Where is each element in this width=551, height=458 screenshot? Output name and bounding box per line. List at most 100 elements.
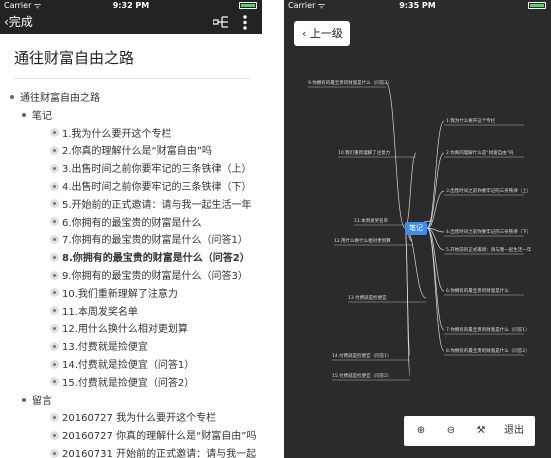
connector-line: [426, 120, 445, 229]
mindmap-node[interactable]: 3.出售时间之前你要牢记的三条铁律（上）: [446, 188, 531, 194]
note-blurb: [286, 254, 342, 312]
tool-icon[interactable]: ⚒: [472, 423, 490, 439]
mindmap-node[interactable]: 1.我为什么要开这个专栏: [446, 118, 495, 124]
bullet-icon: [22, 397, 26, 402]
done-button[interactable]: ‹完成: [4, 11, 33, 34]
connector-line: [426, 152, 445, 229]
mindmap-node[interactable]: 5.开始前的正式邀请：请与我一起生活一年: [446, 247, 531, 253]
mindmap-node[interactable]: 4.出售时间之前你要牢记的三条铁律（下）: [446, 229, 531, 235]
collapse-dot-icon: [50, 128, 59, 138]
outline-item[interactable]: 8.你拥有的最宝贵的财富是什么（问答2）: [50, 250, 250, 268]
note-blurb: [286, 156, 334, 196]
outline-item[interactable]: 20160727 我为什么要开这个专栏: [50, 410, 216, 428]
outline-item-label: 15.付费就是捡便宜（问答2）: [62, 377, 195, 389]
mindmap-node[interactable]: 10.我们重新理解了注意力: [338, 150, 390, 156]
outline-item-label: 20160727 我为什么要开这个专栏: [62, 413, 217, 425]
outline-item-label: 4.出售时间之前你要牢记的三条铁律（下）: [62, 182, 252, 193]
mindmap-node[interactable]: 6.你拥有的最宝贵的财富是什么: [446, 288, 509, 294]
collapse-dot-icon: [50, 377, 59, 387]
collapse-dot-icon: [50, 270, 59, 280]
clock: 9:32 PM: [112, 1, 150, 10]
outline-item-label: 13.付费就是捡便宜: [62, 342, 148, 354]
connector-line: [426, 190, 445, 229]
battery-icon: [239, 2, 257, 9]
mindmap-node[interactable]: 2.你真的理解什么是“财富自由”吗: [446, 150, 513, 156]
status-bar: Carrier ᯤ 9:32 PM: [0, 0, 262, 11]
outline-item-label: 5.开始前的正式邀请：请与我一起生活一年: [62, 199, 252, 211]
outline-item[interactable]: 1.我为什么要开这个专栏: [50, 126, 172, 144]
mindmap-node[interactable]: 15.付费就是捡便宜（问答2）: [332, 373, 392, 379]
outline-item[interactable]: 20160727 你真的理解什么是“财富自由”吗: [50, 428, 256, 446]
outline-item-label: 3.出售时间之前你要牢记的三条铁律（上）: [62, 164, 252, 176]
outline-item[interactable]: 14.付费就是捡便宜（问答1）: [50, 357, 194, 375]
outline-item-label: 11.本周发奖名单: [62, 306, 138, 318]
outline-item-label: 14.付费就是捡便宜（问答1）: [62, 360, 195, 371]
mindmap-node[interactable]: 14.付费就是捡便宜（问答1）: [332, 353, 392, 359]
outline-item[interactable]: 7.你拥有的最宝贵的财富是什么（问答1）: [50, 232, 248, 250]
bullet-icon: [22, 112, 26, 117]
outline-item[interactable]: 13.付费就是捡便宜: [50, 339, 148, 357]
more-icon[interactable]: [242, 14, 248, 31]
connector-line: [426, 227, 445, 352]
collapse-dot-icon: [50, 412, 59, 422]
mindmap-node[interactable]: 9.你拥有的最宝贵的财富是什么（问答3）: [308, 80, 392, 86]
mindmap-node[interactable]: 8.你拥有的最宝贵的财富是什么（问答2）: [446, 348, 530, 354]
outline-item[interactable]: 9.你拥有的最宝贵的财富是什么（问答3）: [50, 268, 248, 286]
collapse-dot-icon: [50, 234, 59, 244]
outline-item[interactable]: 2.你真的理解什么是“财富自由”吗: [50, 143, 212, 161]
divider: [14, 78, 250, 79]
mindmap-node[interactable]: 12.用什么换什么相对更划算: [334, 238, 391, 244]
zoom-in-icon[interactable]: ⊕: [412, 423, 430, 439]
outline-item[interactable]: 4.出售时间之前你要牢记的三条铁律（下）: [50, 179, 252, 197]
up-level-button[interactable]: ‹ 上一级: [294, 21, 350, 46]
collapse-dot-icon: [50, 448, 59, 458]
mindmap-toolbar: ⊕ ⊖ ⚒ 退出: [404, 416, 535, 446]
outline-item[interactable]: 笔记: [22, 108, 52, 126]
zoom-out-icon[interactable]: ⊖: [442, 423, 460, 439]
mindmap-node[interactable]: 7.你拥有的最宝贵的财富是什么（问答1）: [446, 327, 530, 333]
outline-item[interactable]: 3.出售时间之前你要牢记的三条铁律（上）: [50, 161, 252, 179]
outline-item[interactable]: 10.我们重新理解了注意力: [50, 286, 178, 304]
collapse-dot-icon: [50, 341, 59, 351]
outline-item-label: 10.我们重新理解了注意力: [62, 288, 178, 300]
outline-item[interactable]: 留言: [22, 393, 52, 411]
outline-item[interactable]: 20160731 开始前的正式邀请：请与我一起: [50, 446, 256, 458]
note-blurb: [510, 266, 550, 312]
collapse-dot-icon: [50, 145, 59, 155]
outline-item-label: 留言: [32, 395, 52, 407]
exit-button[interactable]: 退出: [500, 423, 528, 439]
connector-line: [404, 227, 427, 299]
collapse-dot-icon: [50, 252, 59, 262]
outline-item-label: 2.你真的理解什么是“财富自由”吗: [62, 146, 212, 158]
mindmap-center-node[interactable]: 笔记: [405, 222, 427, 235]
outline-item-label: 笔记: [32, 110, 52, 122]
collapse-dot-icon: [50, 430, 59, 440]
outline-item[interactable]: 通往财富自由之路: [10, 90, 100, 108]
collapse-dot-icon: [50, 217, 59, 227]
collapse-dot-icon: [50, 163, 59, 173]
connector-line: [404, 152, 417, 229]
collapse-dot-icon: [50, 181, 59, 191]
note-blurb: [286, 100, 336, 148]
outline-item-label: 6.你拥有的最宝贵的财富是什么: [62, 217, 202, 229]
outline-item-label: 通往财富自由之路: [20, 93, 100, 104]
collapse-dot-icon: [50, 306, 59, 316]
outline-item[interactable]: 5.开始前的正式邀请：请与我一起生活一年: [50, 197, 252, 215]
note-blurb: [286, 318, 326, 348]
mindmap-node[interactable]: 11.本周发奖名单: [354, 218, 388, 224]
outline-item[interactable]: 11.本周发奖名单: [50, 304, 138, 322]
collapse-dot-icon: [50, 199, 59, 209]
outline-item-label: 7.你拥有的最宝贵的财富是什么（问答1）: [62, 235, 248, 247]
outline-item-label: 12.用什么换什么相对更划算: [62, 324, 188, 336]
mindmap-node[interactable]: 13.付费就是捡便宜: [348, 295, 387, 301]
page-title: 通往财富自由之路: [14, 49, 135, 67]
outline-item[interactable]: 15.付费就是捡便宜（问答2）: [50, 375, 194, 393]
collapse-dot-icon: [50, 359, 59, 369]
outline-item[interactable]: 6.你拥有的最宝贵的财富是什么: [50, 215, 202, 233]
outline-item[interactable]: 12.用什么换什么相对更划算: [50, 321, 188, 339]
right-screen: Carrier ᯤ 9:35 PM 9.你拥有的最宝贵的财富是什么（问答3） 10…: [284, 0, 551, 458]
left-screen: Carrier ᯤ 9:32 PM ‹完成 通往财富自由之路 通往财富自由之路笔…: [0, 0, 262, 458]
outline-item-label: 20160727 你真的理解什么是“财富自由”吗: [62, 431, 257, 443]
mindmap-icon[interactable]: [213, 15, 229, 29]
outline-item-label: 20160731 开始前的正式邀请：请与我一起: [62, 449, 257, 458]
